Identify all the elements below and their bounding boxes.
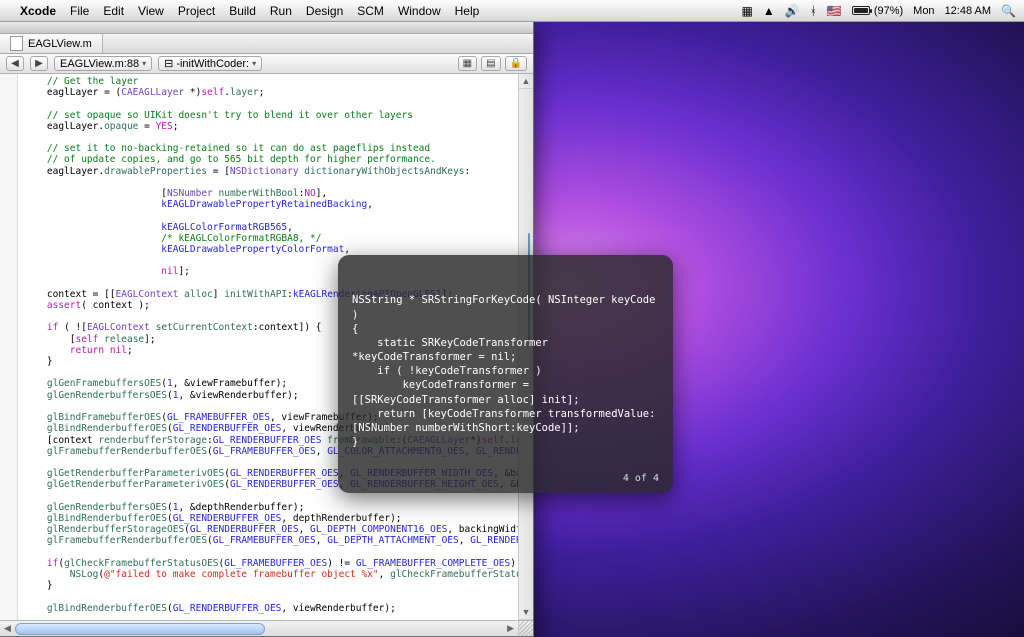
chevron-down-icon: ▾ [142,59,146,68]
lock-file-button[interactable]: 🔒 [505,56,527,71]
editor-gutter[interactable] [0,74,18,620]
menu-edit[interactable]: Edit [103,4,124,18]
horizontal-scrollbar[interactable]: ◀ ▶ [0,620,533,636]
nav-back-button[interactable]: ◀ [6,56,24,71]
menu-view[interactable]: View [138,4,164,18]
document-tab-strip: EAGLView.m [0,34,533,54]
file-history-label: EAGLView.m:88 [60,58,139,70]
menu-design[interactable]: Design [306,4,343,18]
clock-day[interactable]: Mon [913,5,934,17]
function-popup-label: -initWithCoder: [176,58,249,70]
method-icon: ⊟ [164,57,173,70]
scroll-down-arrow-icon[interactable]: ▼ [519,605,533,620]
airport-menu-icon[interactable]: ▲ [763,4,775,18]
file-history-popup[interactable]: EAGLView.m:88 ▾ [54,56,152,71]
split-editor-button[interactable]: ▤ [481,56,500,71]
window-titlebar[interactable] [0,22,533,34]
quick-help-hud[interactable]: NSString * SRStringForKeyCode( NSInteger… [338,255,673,493]
counterparts-button[interactable]: ▦ [458,56,477,71]
app-name-menu[interactable]: Xcode [20,4,56,18]
menu-window[interactable]: Window [398,4,441,18]
input-source-flag-icon[interactable]: 🇺🇸 [827,4,842,18]
menu-bar: Xcode File Edit View Project Build Run D… [0,0,1024,22]
document-tab-label: EAGLView.m [28,38,92,50]
function-popup[interactable]: ⊟ -initWithCoder: ▾ [158,56,262,71]
menu-build[interactable]: Build [229,4,256,18]
menu-file[interactable]: File [70,4,89,18]
quick-help-page-indicator: 4 of 4 [623,472,659,486]
menu-help[interactable]: Help [455,4,480,18]
hscroll-track[interactable] [15,623,503,635]
document-tab[interactable]: EAGLView.m [0,34,103,53]
scroll-up-arrow-icon[interactable]: ▲ [519,74,533,89]
spotlight-icon[interactable]: 🔍 [1001,4,1016,18]
bluetooth-menu-icon[interactable]: ᚼ [810,4,817,18]
menu-run[interactable]: Run [270,4,292,18]
battery-percentage: (97%) [874,5,903,17]
resize-grip-icon[interactable] [518,621,533,636]
spaces-menu-icon[interactable]: ▦ [741,4,752,18]
scroll-right-arrow-icon[interactable]: ▶ [503,623,518,634]
volume-menu-icon[interactable]: 🔊 [785,4,800,18]
clock-time[interactable]: 12:48 AM [945,5,991,17]
hscroll-thumb[interactable] [15,623,265,635]
menu-scm[interactable]: SCM [357,4,384,18]
menu-project[interactable]: Project [178,4,215,18]
chevron-down-icon: ▾ [252,59,256,68]
nav-forward-button[interactable]: ▶ [30,56,48,71]
quick-help-code: NSString * SRStringForKeyCode( NSInteger… [352,293,659,449]
scroll-left-arrow-icon[interactable]: ◀ [0,623,15,634]
editor-navigation-bar: ◀ ▶ EAGLView.m:88 ▾ ⊟ -initWithCoder: ▾ … [0,54,533,74]
battery-icon [852,6,870,15]
battery-menu[interactable]: (97%) [852,5,903,17]
